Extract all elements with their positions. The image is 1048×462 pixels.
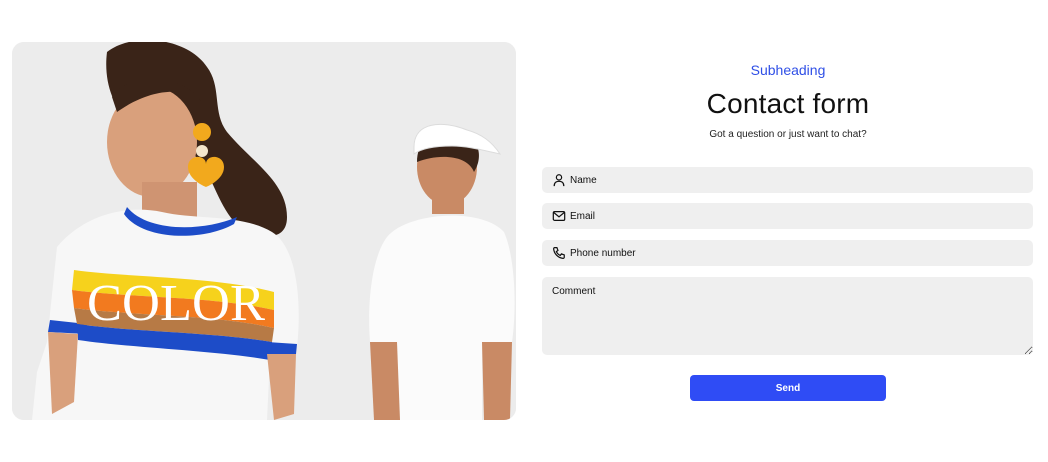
email-input[interactable]	[570, 203, 1033, 229]
hero-illustration: COLOR	[12, 42, 516, 420]
phone-icon	[552, 246, 566, 260]
subheading: Subheading	[750, 62, 826, 78]
form-tagline: Got a question or just want to chat?	[709, 129, 867, 140]
shirt-print-text: COLOR	[87, 275, 265, 332]
name-field-wrapper[interactable]	[542, 167, 1033, 193]
phone-input[interactable]	[570, 240, 1033, 266]
hero-image: COLOR	[12, 42, 516, 420]
email-field-wrapper[interactable]	[542, 203, 1033, 229]
page-title: Contact form	[706, 88, 870, 119]
contact-form-panel: Subheading Contact form Got a question o…	[542, 0, 1034, 462]
name-input[interactable]	[570, 167, 1033, 193]
person-icon	[552, 173, 566, 187]
send-button[interactable]: Send	[690, 375, 886, 401]
envelope-icon	[552, 209, 566, 223]
phone-field-wrapper[interactable]	[542, 240, 1033, 266]
comment-textarea[interactable]	[542, 277, 1033, 355]
